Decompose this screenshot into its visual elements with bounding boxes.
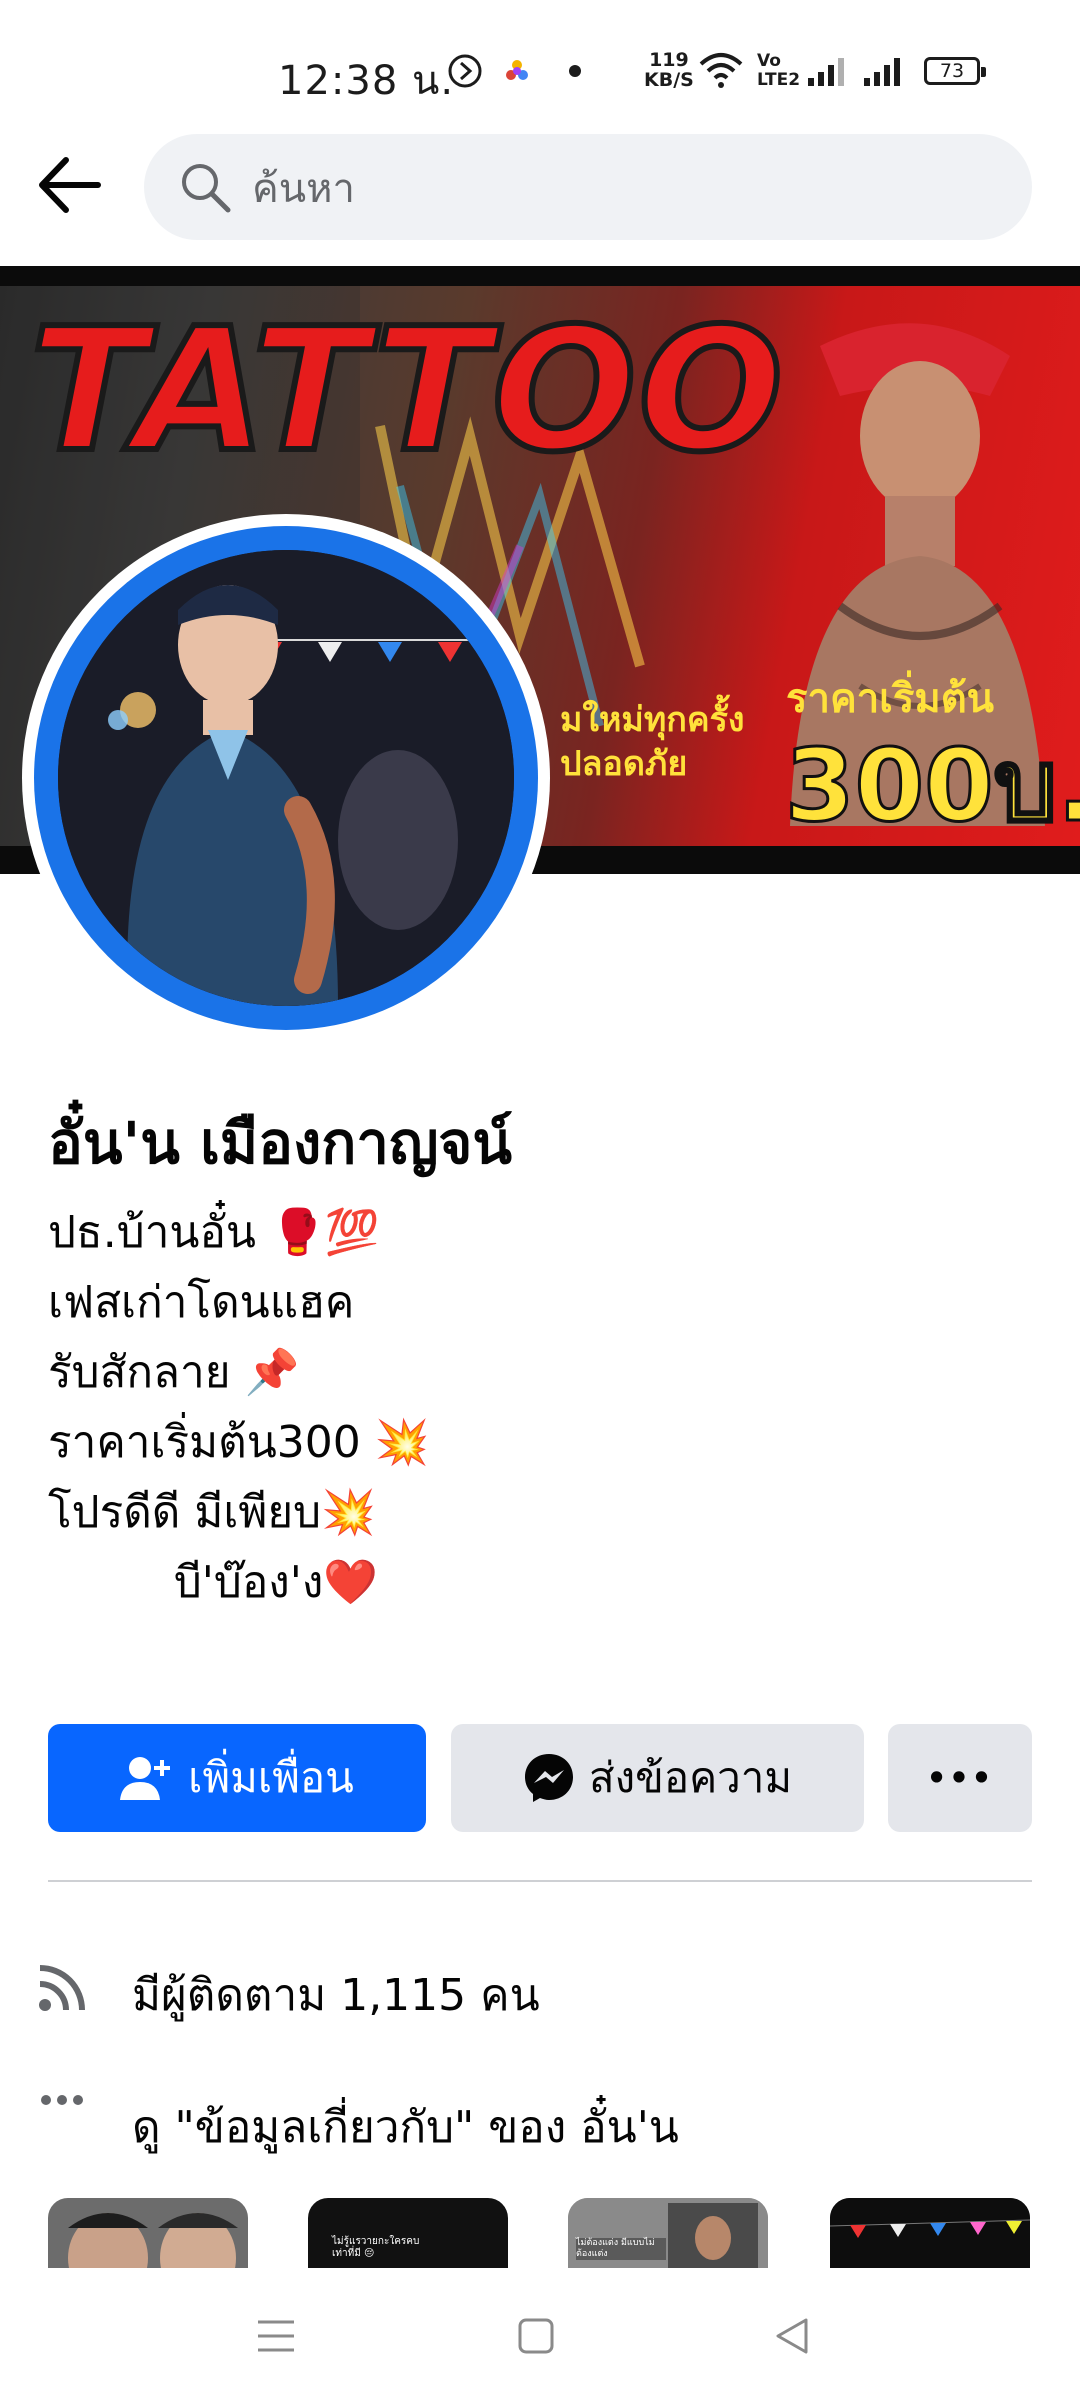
photo-thumbnail[interactable]: ไม่ต้องแต่ง มีแบบไม่ต้องแต่ง — [568, 2198, 768, 2268]
net-speed-unit: KB/S — [644, 69, 694, 91]
cover-subtext-line1: มใหม่ทุกครั้ง — [560, 700, 745, 740]
cover-price: 300บ. — [783, 726, 1080, 846]
followers-row[interactable]: มีผู้ติดตาม 1,115 คน — [36, 1954, 836, 2024]
volte-indicator: Vo LTE2 — [757, 52, 800, 90]
app-notification-icon — [506, 60, 528, 80]
back-arrow-icon — [39, 157, 101, 213]
status-bar: 12:38 น. 119 KB/S Vo LTE2 73 — [0, 0, 1080, 125]
back-nav-icon[interactable] — [772, 2316, 812, 2356]
home-icon[interactable] — [516, 2316, 556, 2356]
search-icon — [182, 164, 231, 213]
messenger-icon — [524, 1754, 573, 1802]
net-speed-value: 119 — [649, 49, 689, 71]
bio-line: ราคาเริ่มต้น300 💥 — [48, 1417, 430, 1468]
about-link-text: ดู "ข้อมูลเกี่ยวกับ" ของ อั๋น'น — [132, 2102, 679, 2153]
photo-thumbnail[interactable]: ไม่รู้แรวายกะใครคบเท่าที่มี 😔 — [308, 2198, 508, 2268]
bio-line: บี'บ๊อง'ง❤️ — [48, 1557, 379, 1608]
more-dots-icon — [41, 2095, 83, 2105]
battery-indicator: 73 — [924, 57, 986, 85]
photo-thumbnail-image — [830, 2198, 1030, 2268]
clock: 12:38 น. — [278, 58, 455, 104]
avatar[interactable] — [58, 550, 514, 1006]
menu-icon[interactable] — [256, 2316, 296, 2356]
data-saver-icon — [448, 54, 482, 88]
net-speed: 119 KB/S — [644, 50, 694, 90]
bio-line: เฟสเก่าโดนแฮค — [48, 1277, 355, 1328]
add-friend-button[interactable]: เพิ่มเพื่อน — [48, 1724, 426, 1832]
wifi-icon — [699, 53, 743, 88]
photo-thumbnail-caption: ไม่ต้องแต่ง มีแบบไม่ต้องแต่ง — [576, 2238, 666, 2260]
signal-1-icon — [808, 58, 844, 86]
search-placeholder: ค้นหา — [252, 166, 355, 212]
bio-line: ปธ.บ้านอั๋น 🥊💯 — [48, 1207, 380, 1258]
profile-name: อั๋น'น เมืองกาญจน์ — [48, 1109, 513, 1177]
photo-thumbnail-caption: ไม่รู้แรวายกะใครคบเท่าที่มี 😔 — [332, 2236, 420, 2259]
profile-bio: ปธ.บ้านอั๋น 🥊💯 เฟสเก่าโดนแฮค รับสักลาย 📌… — [48, 1198, 430, 1618]
cover-title: TATTOO — [27, 289, 786, 493]
add-friend-label: เพิ่มเพื่อน — [188, 1753, 354, 1802]
followers-text: มีผู้ติดตาม 1,115 คน — [132, 1970, 540, 2021]
divider — [48, 1880, 1032, 1882]
bio-line: รับสักลาย 📌 — [48, 1347, 300, 1398]
more-options-icon: ••• — [926, 1759, 994, 1797]
add-friend-icon — [120, 1757, 171, 1800]
volte-top: Vo — [757, 51, 781, 71]
volte-bottom: LTE2 — [757, 70, 801, 90]
bio-line: โปรดีดี มีเพียบ💥 — [48, 1487, 376, 1538]
about-row[interactable]: ดู "ข้อมูลเกี่ยวกับ" ของ อั๋น'น — [36, 2086, 936, 2156]
more-options-button[interactable]: ••• — [888, 1724, 1032, 1832]
photo-thumbnail-image — [48, 2198, 248, 2268]
back-button[interactable] — [36, 150, 106, 220]
message-label: ส่งข้อความ — [588, 1753, 793, 1802]
message-button[interactable]: ส่งข้อความ — [451, 1724, 864, 1832]
avatar-image — [58, 550, 514, 1006]
system-navigation-bar — [0, 2268, 1080, 2400]
search-bar[interactable]: ค้นหา — [144, 134, 1032, 240]
photo-thumbnail[interactable] — [830, 2198, 1030, 2268]
cover-subtext: มใหม่ทุกครั้ง ปลอดภัย — [560, 698, 744, 786]
cover-subtext-line2: ปลอดภัย — [560, 744, 688, 784]
photo-thumbnail[interactable] — [48, 2198, 248, 2268]
dot-icon — [569, 65, 581, 77]
rss-followers-icon — [39, 1965, 85, 2011]
signal-2-icon — [864, 58, 900, 86]
